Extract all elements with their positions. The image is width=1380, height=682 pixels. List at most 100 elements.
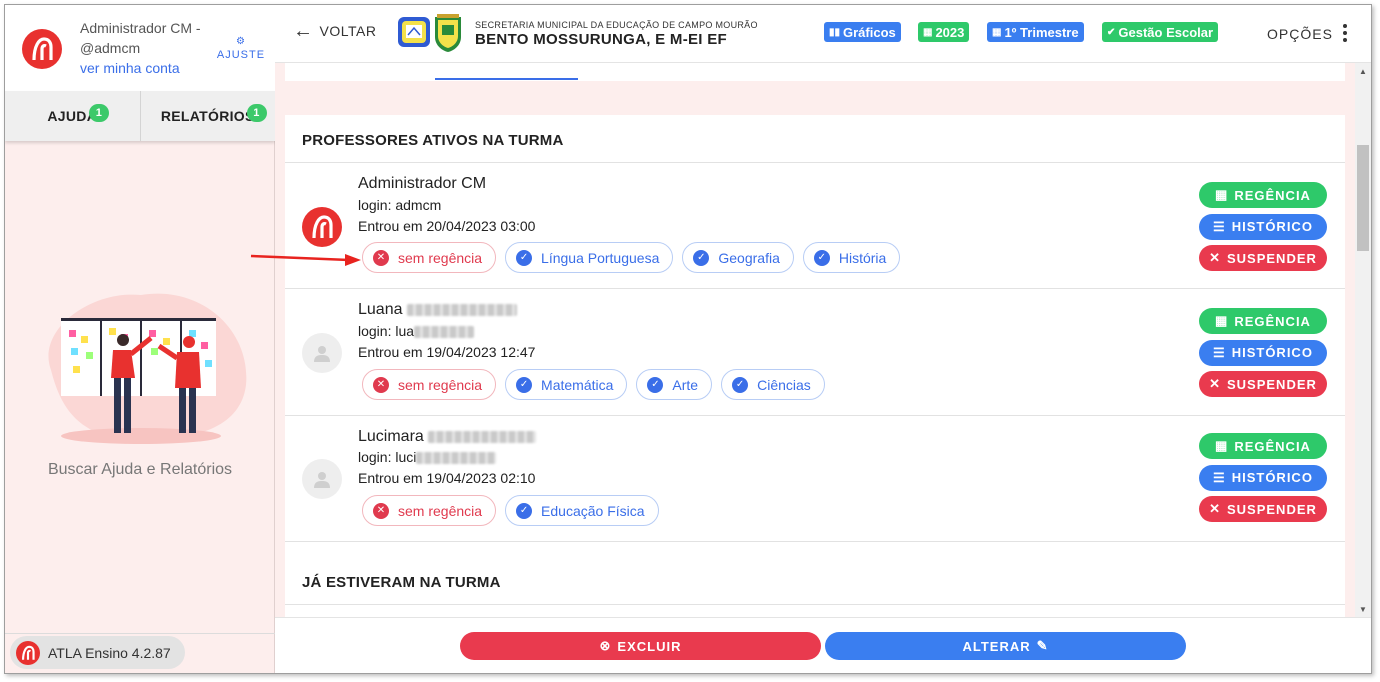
suspend-label: SUSPENDER bbox=[1226, 376, 1317, 392]
regency-button[interactable]: ▦ REGÊNCIA bbox=[1199, 308, 1327, 334]
history-button[interactable]: ☰ HISTÓRICO bbox=[1199, 213, 1327, 240]
subject-list: ✕ sem regência ✓ Educação Física bbox=[362, 495, 659, 526]
check-circle-icon: ✓ bbox=[516, 249, 533, 266]
year-chip[interactable]: ▦ 2023 bbox=[918, 22, 970, 42]
school-management-chip[interactable]: ✔ Gestão Escolar bbox=[1102, 22, 1219, 42]
regency-label: REGÊNCIA bbox=[1234, 313, 1311, 329]
list-icon: ☰ bbox=[1213, 218, 1226, 234]
x-circle-icon: ⊗ bbox=[599, 638, 612, 653]
former-teachers-title: JÁ ESTIVERAM NA TURMA bbox=[302, 574, 501, 591]
sidebar-divider bbox=[5, 633, 275, 634]
suspend-button[interactable]: ✕ SUSPENDER bbox=[1199, 371, 1327, 397]
teacher-login-text: login: luci bbox=[358, 449, 417, 465]
teacher-name: Luana bbox=[358, 301, 517, 319]
subject-list: ✕ sem regência ✓ Matemática ✓ Arte ✓ Ciência… bbox=[362, 369, 825, 400]
regency-label: REGÊNCIA bbox=[1234, 187, 1311, 203]
suspend-button[interactable]: ✕ SUSPENDER bbox=[1199, 245, 1327, 271]
x-circle-icon: ✕ bbox=[373, 376, 389, 393]
check-circle-icon: ✓ bbox=[647, 376, 664, 393]
teacher-row: Lucimara login: luci Entrou em 19/04/202… bbox=[285, 416, 1345, 542]
pill-label: História bbox=[838, 249, 887, 266]
teacher-actions: ▦ REGÊNCIA ☰ HISTÓRICO ✕ SUSPENDER bbox=[1199, 308, 1327, 403]
teacher-row: Luana login: lua Entrou em 19/04/2023 12… bbox=[285, 289, 1345, 415]
pill-label: Matemática bbox=[541, 376, 614, 393]
scrollbar-thumb[interactable] bbox=[1357, 145, 1369, 251]
user-name: Administrador CM - @admcm bbox=[80, 20, 201, 56]
bar-chart-icon: ▮▮ bbox=[829, 26, 841, 38]
school-subtitle: SECRETARIA MUNICIPAL DA EDUCAÇÃO DE CAMP… bbox=[475, 20, 758, 30]
back-button[interactable]: ← VOLTAR bbox=[293, 20, 377, 42]
suspend-button[interactable]: ✕ SUSPENDER bbox=[1199, 496, 1327, 522]
scroll-up-icon[interactable]: ▲ bbox=[1355, 67, 1371, 76]
school-management-chip-label: Gestão Escolar bbox=[1118, 24, 1214, 40]
subject-pill[interactable]: ✓ Língua Portuguesa bbox=[505, 242, 674, 273]
pill-label: sem regência bbox=[398, 502, 483, 519]
list-icon: ☰ bbox=[1213, 469, 1226, 485]
back-label: VOLTAR bbox=[319, 23, 377, 39]
regency-button[interactable]: ▦ REGÊNCIA bbox=[1199, 433, 1327, 459]
delete-button[interactable]: ⊗ EXCLUIR bbox=[460, 632, 821, 660]
teacher-actions: ▦ REGÊNCIA ☰ HISTÓRICO ✕ SUSPENDER bbox=[1199, 433, 1327, 528]
active-tab-indicator bbox=[435, 78, 578, 80]
history-label: HISTÓRICO bbox=[1231, 470, 1313, 485]
calendar-icon: ▦ bbox=[1215, 187, 1229, 202]
delete-label: EXCLUIR bbox=[617, 638, 682, 654]
version-label: ATLA Ensino 4.2.87 bbox=[48, 644, 171, 661]
no-regency-pill[interactable]: ✕ sem regência bbox=[362, 242, 497, 273]
annotation-arrow-icon bbox=[250, 254, 361, 266]
teacher-login-text: login: lua bbox=[358, 323, 415, 339]
pill-label: Língua Portuguesa bbox=[541, 249, 660, 266]
history-label: HISTÓRICO bbox=[1231, 219, 1313, 234]
regency-button[interactable]: ▦ REGÊNCIA bbox=[1199, 182, 1327, 208]
settings-label: AJUSTE bbox=[216, 49, 266, 61]
version-badge: ATLA Ensino 4.2.87 bbox=[10, 636, 185, 669]
calendar-icon: ▦ bbox=[992, 26, 1002, 38]
redacted-login bbox=[414, 326, 475, 339]
calendar-icon: ▦ bbox=[1215, 313, 1229, 328]
no-regency-pill[interactable]: ✕ sem regência bbox=[362, 369, 497, 400]
subject-pill[interactable]: ✓ Matemática bbox=[505, 369, 628, 400]
check-circle-icon: ✓ bbox=[693, 249, 710, 266]
tab-reports[interactable]: RELATÓRIOS 1 bbox=[141, 91, 276, 141]
redacted-login bbox=[416, 452, 497, 465]
tab-help[interactable]: AJUDA 1 bbox=[5, 91, 141, 141]
x-circle-icon: ✕ bbox=[373, 249, 389, 266]
update-button[interactable]: ALTERAR ✎ bbox=[825, 632, 1186, 660]
reports-badge: 1 bbox=[246, 104, 267, 122]
footer-bar: ⊗ EXCLUIR ALTERAR ✎ bbox=[275, 617, 1371, 673]
teacher-entry-date: Entrou em 20/04/2023 03:00 bbox=[358, 218, 536, 234]
my-account-link[interactable]: ver minha conta bbox=[80, 60, 180, 76]
subject-pill[interactable]: ✓ História bbox=[802, 242, 901, 273]
sidebar-tabs: AJUDA 1 RELATÓRIOS 1 bbox=[5, 91, 275, 141]
app-window: Administrador CM - @admcm ver minha cont… bbox=[4, 4, 1372, 674]
pill-label: sem regência bbox=[398, 249, 483, 266]
term-chip[interactable]: ▦ 1º Trimestre bbox=[987, 22, 1084, 42]
subject-pill[interactable]: ✓ Educação Física bbox=[505, 495, 659, 526]
calendar-icon: ▦ bbox=[923, 26, 933, 38]
scrollbar[interactable]: ▲ ▼ bbox=[1355, 63, 1371, 617]
subject-pill[interactable]: ✓ Arte bbox=[636, 369, 713, 400]
atla-logo-icon bbox=[16, 640, 40, 665]
edit-icon: ✎ bbox=[1036, 638, 1049, 653]
suspend-label: SUSPENDER bbox=[1226, 501, 1317, 517]
close-icon: ✕ bbox=[1209, 501, 1221, 516]
list-icon: ☰ bbox=[1213, 344, 1226, 360]
kebab-menu-icon[interactable] bbox=[1343, 24, 1347, 45]
no-regency-pill[interactable]: ✕ sem regência bbox=[362, 495, 497, 526]
teacher-login: login: admcm bbox=[358, 197, 442, 213]
options-button[interactable]: OPÇÕES bbox=[1267, 26, 1333, 42]
history-button[interactable]: ☰ HISTÓRICO bbox=[1199, 464, 1327, 491]
history-button[interactable]: ☰ HISTÓRICO bbox=[1199, 339, 1327, 366]
scroll-down-icon[interactable]: ▼ bbox=[1355, 605, 1371, 614]
divider bbox=[285, 604, 1345, 605]
charts-chip[interactable]: ▮▮ Gráficos bbox=[824, 22, 901, 42]
user-panel: Administrador CM - @admcm ver minha cont… bbox=[5, 5, 275, 91]
subject-pill[interactable]: ✓ Ciências bbox=[721, 369, 825, 400]
subject-pill[interactable]: ✓ Geografia bbox=[682, 242, 794, 273]
tab-reports-label: RELATÓRIOS bbox=[160, 108, 255, 124]
check-circle-icon: ✓ bbox=[516, 502, 533, 519]
charts-chip-label: Gráficos bbox=[843, 24, 896, 40]
settings-button[interactable]: ⚙ AJUSTE bbox=[215, 37, 267, 62]
arrow-left-icon: ← bbox=[293, 20, 314, 42]
check-circle-icon: ✓ bbox=[732, 376, 749, 393]
